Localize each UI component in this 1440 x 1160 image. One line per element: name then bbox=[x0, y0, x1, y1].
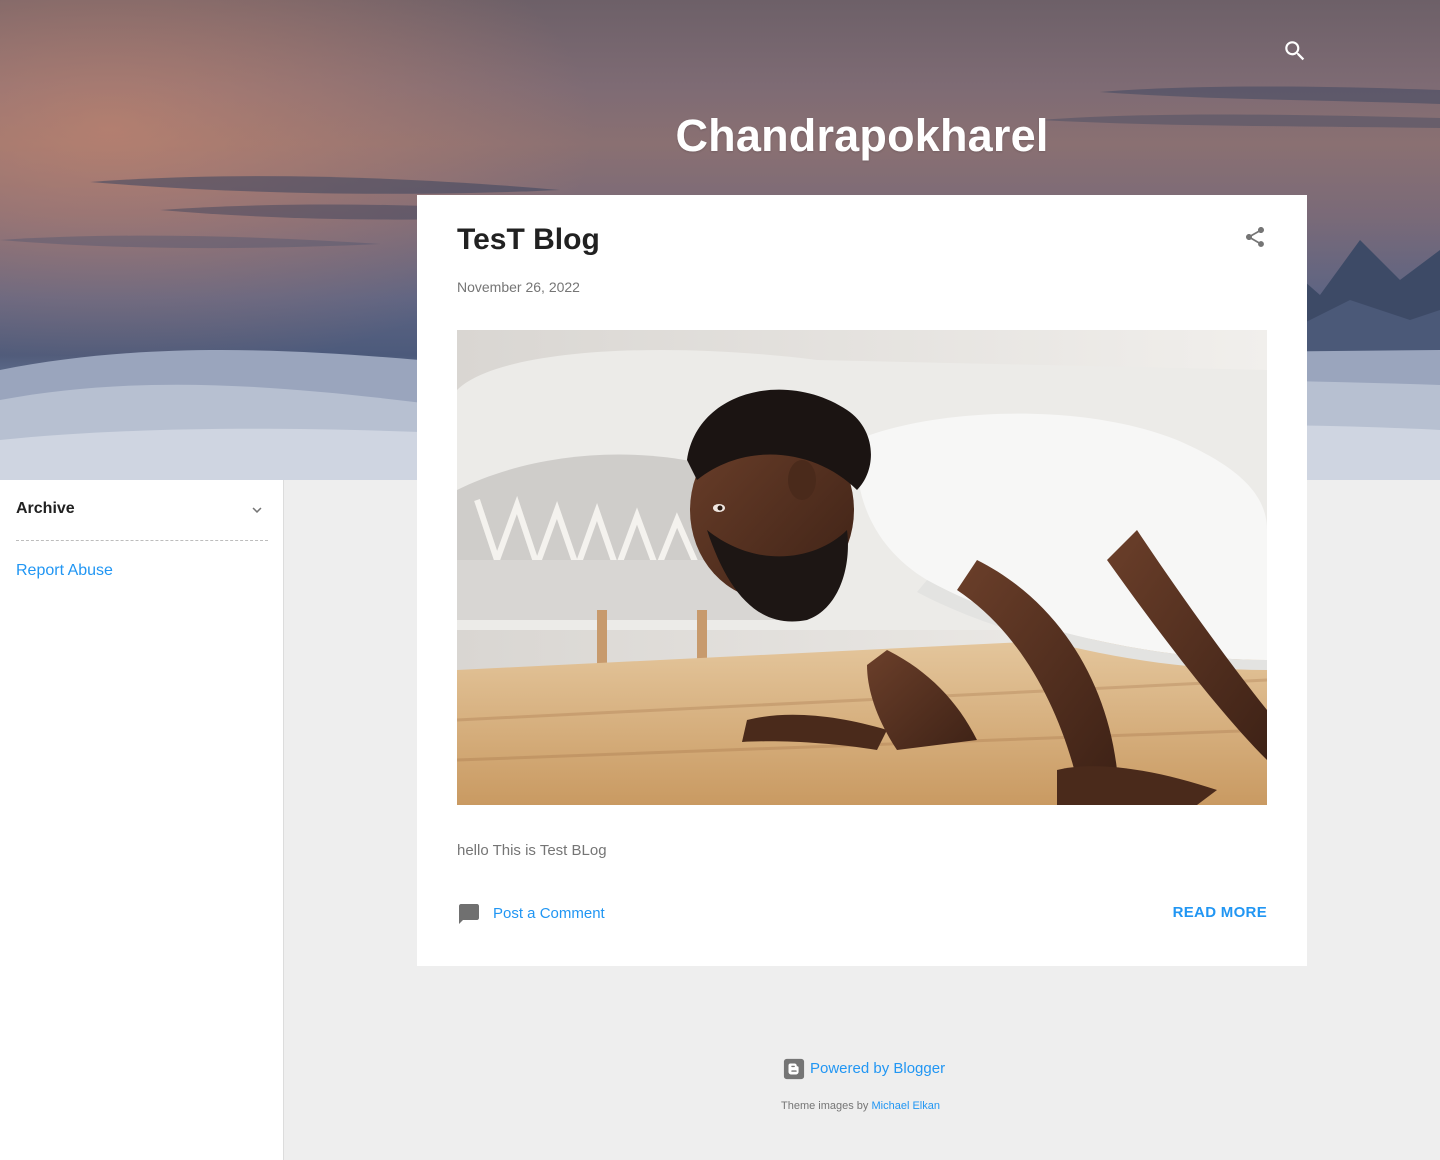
theme-credit: Theme images by Michael Elkan bbox=[781, 1100, 940, 1112]
post-title[interactable]: TesT Blog bbox=[457, 223, 600, 257]
post-photo bbox=[457, 330, 1267, 805]
search-button[interactable] bbox=[1282, 38, 1308, 64]
comment-label: Post a Comment bbox=[493, 905, 605, 922]
read-more-button[interactable]: READ MORE bbox=[1173, 904, 1267, 921]
share-icon bbox=[1246, 227, 1264, 247]
chevron-down-icon bbox=[252, 507, 262, 513]
sidebar-divider bbox=[16, 540, 268, 541]
post-date: November 26, 2022 bbox=[457, 279, 580, 295]
post-card: TesT Blog November 26, 2022 hello This i… bbox=[417, 195, 1307, 966]
powered-by-label: Powered by Blogger bbox=[810, 1060, 946, 1077]
comment-icon bbox=[459, 904, 479, 924]
archive-toggle[interactable]: Archive bbox=[16, 500, 268, 520]
theme-credit-prefix: Theme images by bbox=[781, 1100, 869, 1112]
search-icon bbox=[1285, 41, 1305, 61]
post-image[interactable] bbox=[457, 330, 1267, 805]
blog-title[interactable]: Chandrapokharel bbox=[417, 110, 1307, 162]
post-snippet: hello This is Test BLog bbox=[457, 842, 607, 859]
sidebar: Archive Report Abuse bbox=[0, 480, 284, 1160]
blogger-icon bbox=[783, 1058, 805, 1080]
archive-label: Archive bbox=[16, 500, 75, 517]
report-abuse-link[interactable]: Report Abuse bbox=[16, 562, 113, 580]
theme-author-link[interactable]: Michael Elkan bbox=[872, 1100, 940, 1112]
share-button[interactable] bbox=[1243, 225, 1267, 249]
